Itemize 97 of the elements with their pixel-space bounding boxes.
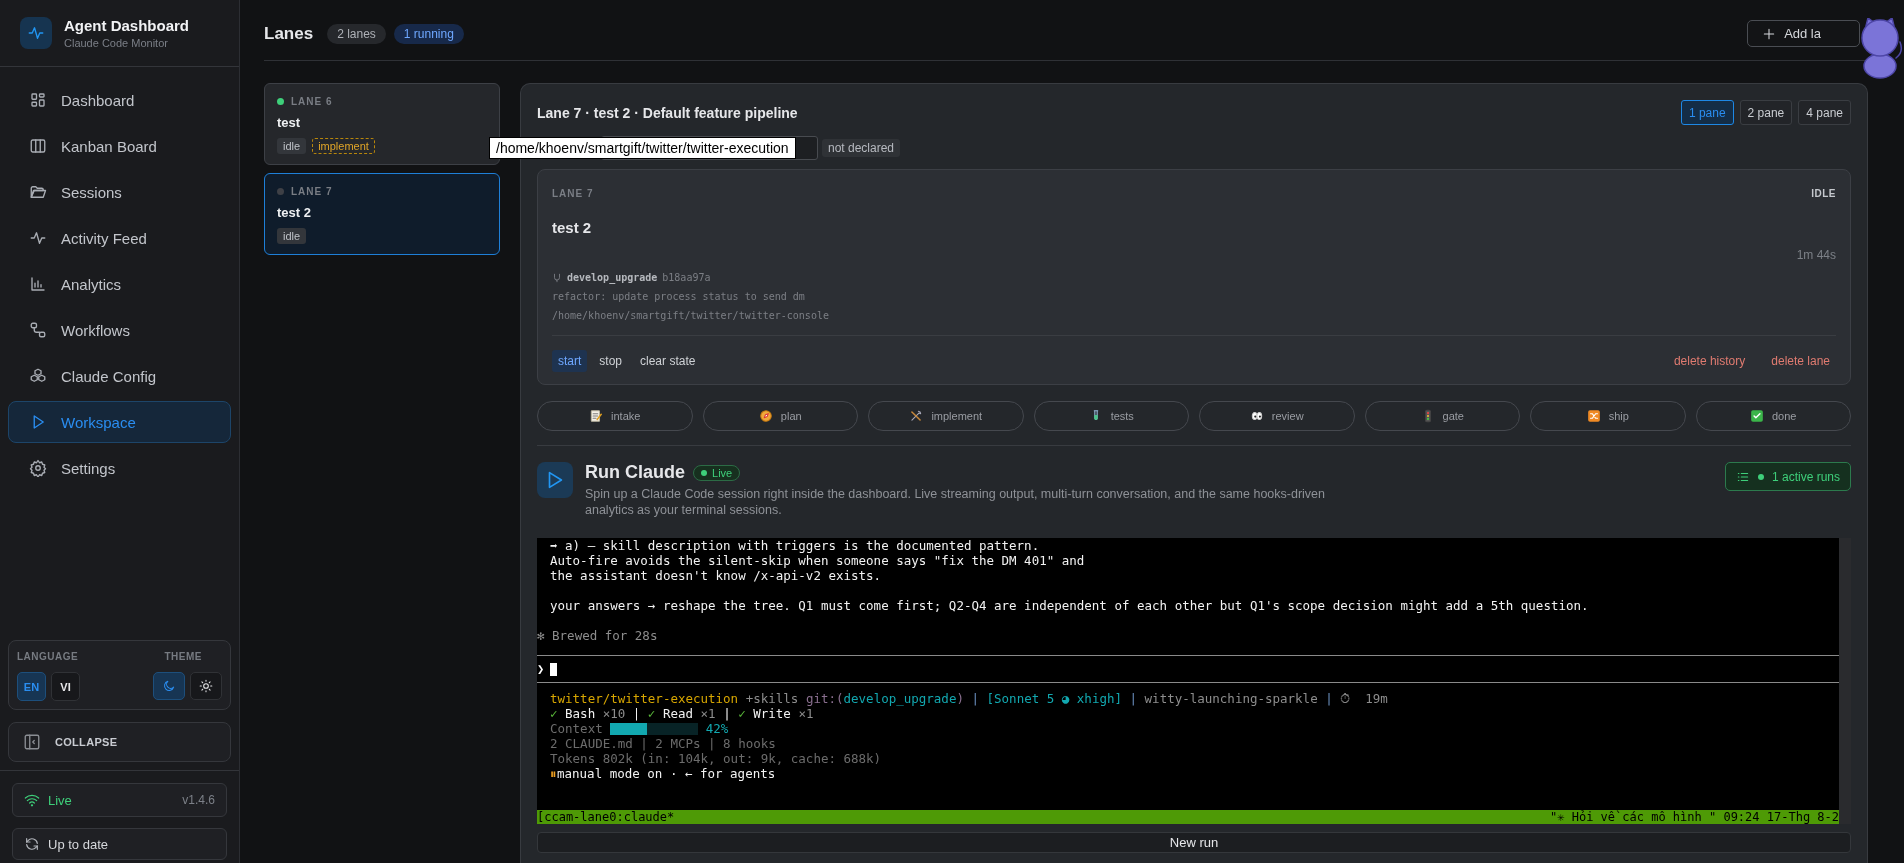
pane-button[interactable]: 4 pane (1798, 100, 1851, 125)
terminal-line: ➡ a) — skill description with triggers is the documented pattern. (549, 538, 1040, 554)
panel-title: Lane 7 · test 2 · Default feature pipeline (537, 104, 798, 121)
tools-icon (909, 409, 924, 423)
pane-button[interactable]: 1 pane (1680, 100, 1734, 125)
nav-item[interactable]: Sessions (8, 171, 231, 213)
pane-button[interactable]: 2 pane (1739, 100, 1793, 125)
moon-icon (162, 679, 176, 693)
tmux-window-label: [ccam-lane0:claude* (537, 810, 675, 825)
lane-label: LANE 7 (291, 186, 333, 197)
terminal-line: the assistant doesn't know /x-api-v2 exists. (549, 568, 882, 584)
nav-item[interactable]: Workflows (8, 309, 231, 351)
running-badge: 1 running (393, 24, 464, 44)
plus-icon (1762, 26, 1777, 41)
eyes-icon (1249, 409, 1264, 423)
cat-mascot-drawing[interactable] (1858, 18, 1904, 80)
wifi-icon (24, 792, 40, 808)
nav-item[interactable]: Settings (8, 447, 231, 489)
prompt-symbol: ❯ (537, 662, 545, 677)
grid-icon (29, 91, 47, 109)
page-title: Lanes (264, 24, 314, 44)
nodes-icon (29, 321, 47, 339)
action-button[interactable]: clear state (634, 350, 702, 372)
logo-icon (20, 17, 52, 49)
new-run-button[interactable]: New run (537, 832, 1851, 854)
text-cursor (550, 662, 558, 676)
compass-icon (758, 409, 773, 423)
check-icon (1750, 409, 1764, 423)
live-badge: Live (693, 464, 741, 481)
settings-icon (29, 459, 47, 477)
nav-item[interactable]: Activity Feed (8, 217, 231, 259)
branch-name: develop_upgrade (567, 272, 658, 283)
lane-name: test 2 (552, 219, 593, 236)
add-lane-button[interactable]: Add la (1747, 20, 1860, 47)
nav-item[interactable]: Kanban Board (8, 125, 231, 167)
action-button[interactable]: delete lane (1765, 350, 1836, 372)
update-button[interactable]: Up to date (12, 828, 227, 860)
app-title: Agent Dashboard (64, 17, 189, 34)
lane-name: test (277, 115, 302, 130)
status-tag: idle (277, 138, 307, 154)
terminal-line: twitter/twitter-execution +skills git:(develop_upgrade) | [Sonnet 5 ◕ xhigh] | witty-launching-sparkle | ⏱ 19m (549, 691, 1388, 707)
declared-badge: not declared (822, 139, 901, 157)
lane-label: LANE 6 (291, 96, 333, 107)
terminal-line: ✓ Bash ×10 | ✓ Read ×1 | ✓ Write ×1 (549, 706, 814, 722)
theme-label: THEME (164, 651, 202, 662)
collapse-icon (23, 733, 41, 751)
elapsed-time: 1m 44s (1796, 248, 1836, 262)
play-icon (537, 462, 573, 498)
terminal-line: ⏸manual mode on · ← for agents (549, 766, 776, 782)
nav-item[interactable]: Dashboard (8, 79, 231, 121)
action-button[interactable]: start (552, 350, 588, 372)
path-tooltip: /home/khoenv/smartgift/twitter/twitter-execution (489, 137, 796, 159)
terminal-line: Tokens 802k (in: 104k, out: 9k, cache: 688k) (549, 751, 882, 767)
nav-item[interactable]: Claude Config (8, 355, 231, 397)
section-title: Run Claude (585, 462, 685, 483)
language-button[interactable]: EN (17, 672, 46, 701)
active-runs-button[interactable]: 1 active runs (1724, 462, 1851, 491)
collapse-button[interactable]: COLLAPSE (8, 722, 231, 762)
lane-name: test 2 (277, 205, 312, 220)
status-text: IDLE (1811, 188, 1836, 199)
folder-icon (29, 183, 47, 201)
refresh-icon (24, 836, 40, 852)
scrollbar[interactable] (1839, 538, 1851, 825)
branch-icon (552, 272, 562, 283)
section-description: Spin up a Claude Code session right inside the dashboard. Live streaming output, multi-turn conversation, and the same hooks-driven analytics as your terminal sessions. (585, 487, 1326, 519)
lane-path: /home/khoenv/smartgift/twitter/twitter-console (552, 310, 829, 321)
bar-chart-icon (29, 275, 47, 293)
count-badge: 2 lanes (327, 24, 386, 44)
sun-theme-button[interactable] (190, 672, 222, 700)
lane-card[interactable]: LANE 7 test 2 idle (264, 173, 500, 255)
lane-label: LANE 7 (552, 188, 594, 199)
sun-icon (199, 679, 213, 693)
action-button[interactable]: delete history (1667, 350, 1752, 372)
nav-item[interactable]: Workspace (8, 401, 231, 443)
terminal-line: 2 CLAUDE.md | 2 MCPs | 8 hooks (549, 736, 776, 752)
stage-tag: implement (312, 138, 375, 154)
status-tag: idle (277, 228, 307, 244)
memo-icon (589, 409, 604, 423)
terminal-line: Auto-fire avoids the silent-skip when someone says "fix the DM 401" and (549, 553, 1085, 569)
language-button[interactable]: VI (51, 672, 80, 701)
terminal-line: ✻ Brewed for 28s (537, 628, 658, 644)
tmux-right-status: "✳ Hỏi về các mô hình " 09:24 17-Thg 8-2 (1550, 810, 1839, 825)
pulse-icon (29, 229, 47, 247)
action-button[interactable]: stop (593, 350, 629, 372)
terminal-line: your answers → reshape the tree. Q1 must come first; Q2-Q4 are independent of each other but Q1's scope decision might add a 5th question. (549, 598, 1589, 614)
columns-icon (29, 137, 47, 155)
nav-item[interactable]: Analytics (8, 263, 231, 305)
commit-hash: b18aa97a (662, 272, 711, 283)
moon-theme-button[interactable] (153, 672, 185, 700)
app-subtitle: Claude Code Monitor (64, 37, 169, 49)
shuffle-icon (1586, 409, 1601, 423)
live-label: Live (48, 792, 73, 808)
version-text: v1.4.6 (182, 793, 215, 807)
commit-message: refactor: update process status to send dm (552, 291, 805, 302)
cubes-icon (29, 367, 47, 385)
terminal-line: Context 42% (549, 721, 729, 737)
language-label: LANGUAGE (17, 651, 80, 662)
